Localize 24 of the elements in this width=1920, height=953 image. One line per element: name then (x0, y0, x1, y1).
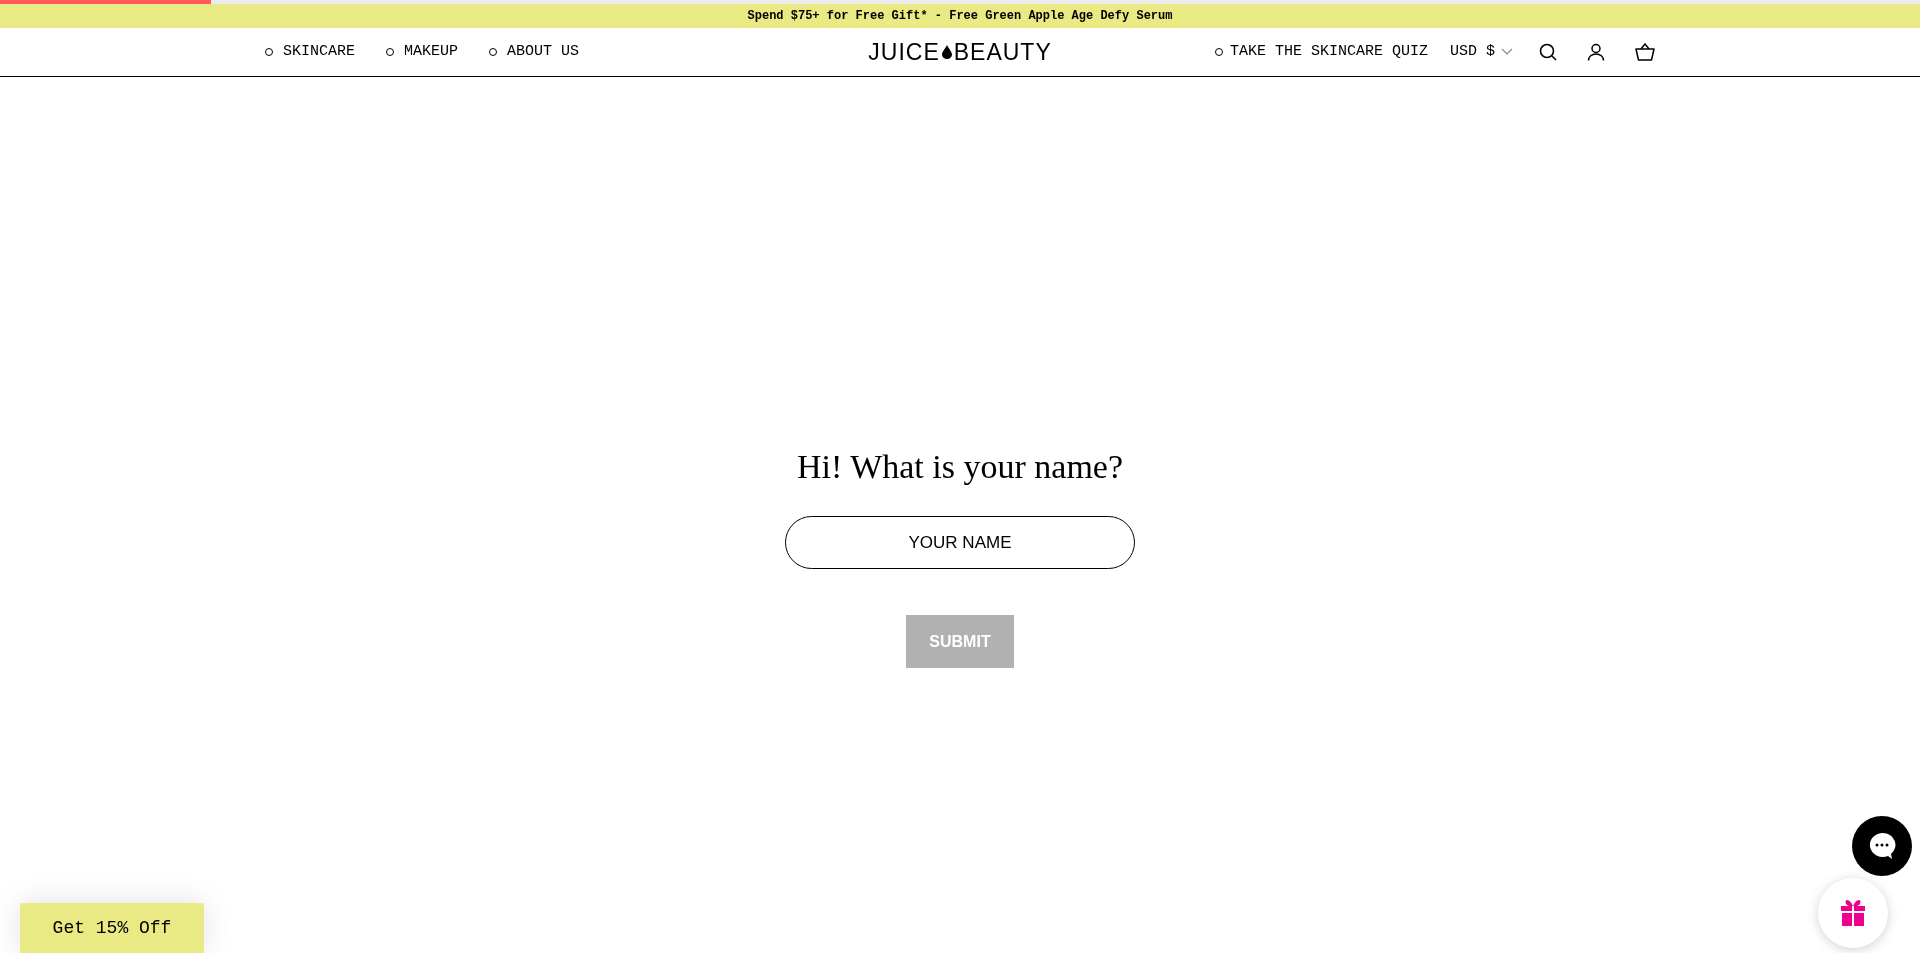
chat-button[interactable] (1852, 816, 1912, 876)
quiz-link[interactable]: TAKE THE SKINCARE QUIZ (1214, 40, 1428, 64)
discount-tab[interactable]: Get 15% Off (20, 903, 204, 953)
nav-link[interactable]: ABOUT US (489, 40, 580, 64)
gift-icon (1841, 899, 1865, 927)
nav-link[interactable]: MAKEUP (386, 40, 459, 64)
chevron-down-icon (1501, 48, 1513, 56)
search-button[interactable] (1539, 43, 1557, 61)
banner-text: Spend $75+ for Free Gift* - Free Green Apple Age Defy Serum (747, 8, 1173, 25)
account-button[interactable] (1587, 43, 1605, 61)
search-icon (1539, 43, 1557, 61)
cart-button[interactable] (1635, 43, 1655, 61)
name-input[interactable]: YOUR NAME (785, 516, 1135, 569)
currency-selector[interactable]: USD $ (1450, 40, 1513, 64)
logo-text: JUICE (868, 37, 940, 67)
question-heading: Hi! What is your name? (796, 447, 1124, 487)
basket-icon (1635, 43, 1655, 61)
drop-icon (941, 45, 952, 59)
logo[interactable]: JUICE BEAUTY (868, 34, 1052, 70)
logo-text: BEAUTY (953, 37, 1052, 67)
gift-button[interactable] (1818, 878, 1888, 948)
chat-icon (1868, 832, 1896, 860)
user-icon (1587, 43, 1605, 61)
nav-link[interactable]: SKINCARE (265, 40, 355, 64)
